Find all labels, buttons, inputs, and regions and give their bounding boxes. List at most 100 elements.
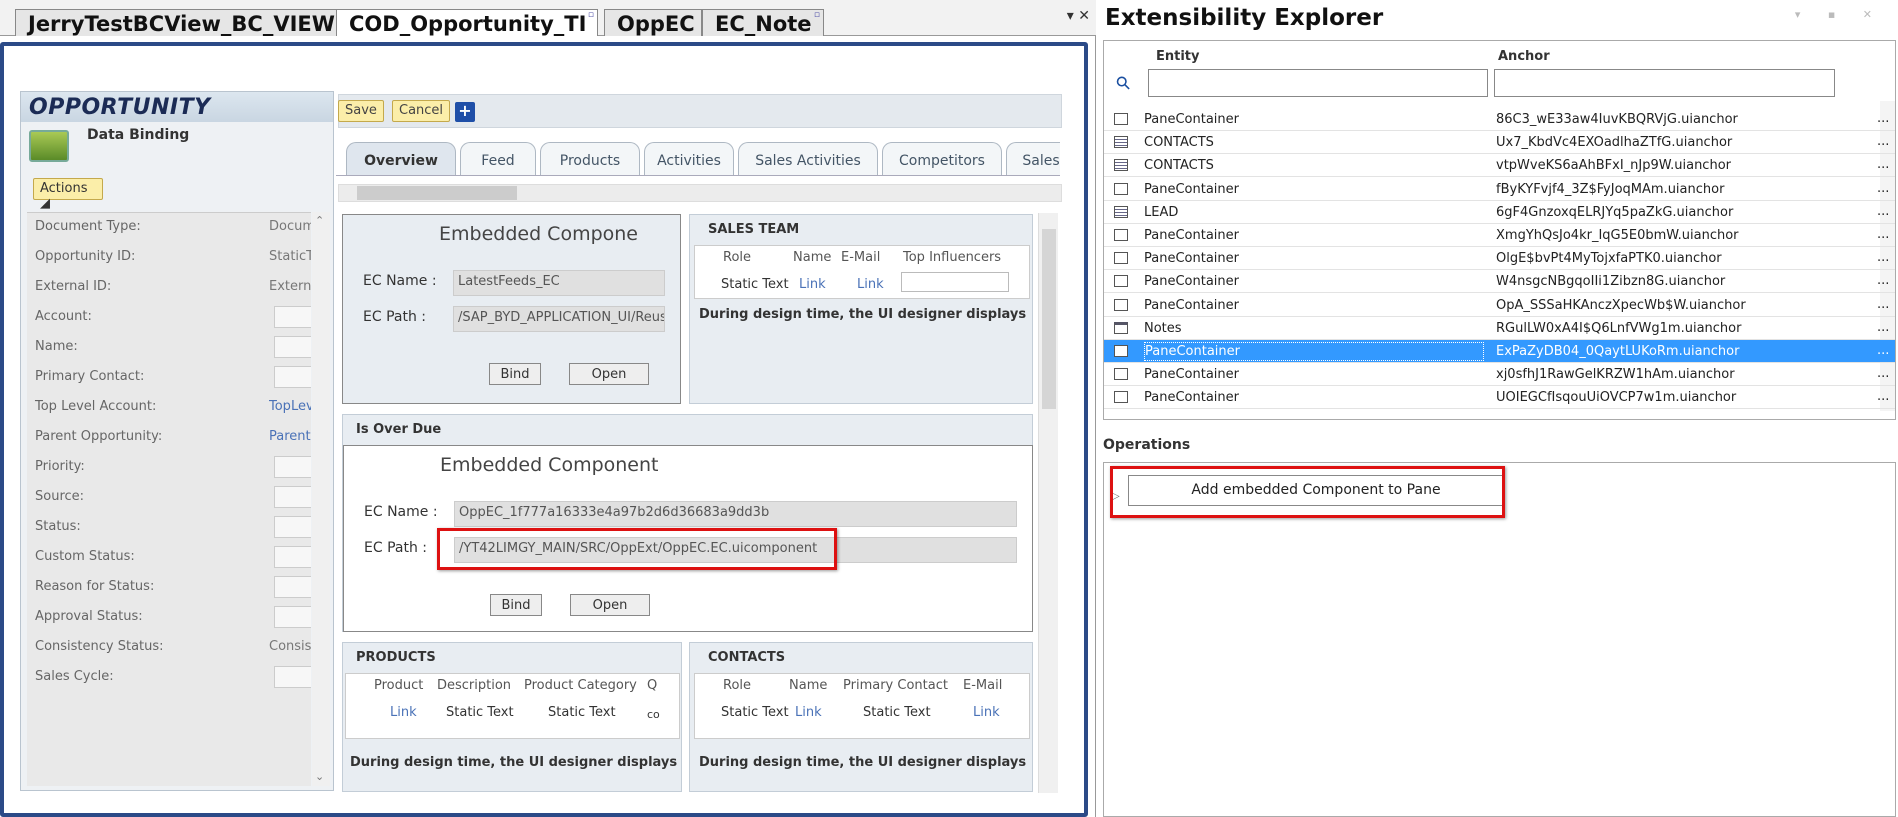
field-label: Approval Status: — [35, 609, 143, 624]
field-label: Name: — [35, 339, 78, 354]
row-menu-icon[interactable]: ... — [1877, 157, 1889, 172]
table-row[interactable]: PaneContainer fByKYFvjf4_3Z$FyJoqMAm.uian… — [1104, 178, 1895, 201]
row-menu-icon[interactable]: ... — [1877, 273, 1889, 288]
scrollbar-thumb[interactable] — [357, 186, 517, 200]
row-menu-icon[interactable]: ... — [1877, 181, 1889, 196]
field-label: Document Type: — [35, 219, 141, 234]
table-link[interactable]: Link — [795, 705, 822, 720]
pane-icon — [1114, 298, 1128, 311]
table-link[interactable]: Link — [390, 705, 417, 720]
scroll-down-icon[interactable]: ⌄ — [315, 770, 324, 783]
sales-team-panel: SALES TEAM Role Name E-Mail Top Influenc… — [689, 214, 1033, 404]
pane-icon — [1114, 229, 1128, 241]
save-button[interactable]: Save — [338, 100, 384, 122]
highlight-box — [1110, 466, 1505, 518]
ec-name-field[interactable]: OppEC_1f777a16333e4a97b2d6d36683a9dd3b — [454, 501, 1017, 527]
window-controls[interactable]: ▾ ▪ ✕ — [1795, 8, 1884, 21]
field-row: Sales Cycle: — [27, 663, 311, 693]
scrollbar-thumb[interactable] — [1042, 229, 1056, 409]
actions-button[interactable]: Actions ◢ — [33, 178, 103, 211]
anchor-cell: OpA_SSSaHKAnczXpecWb$W.uianchor — [1496, 297, 1746, 313]
row-menu-icon[interactable]: ... — [1877, 111, 1889, 126]
tab-feed[interactable]: Feed — [460, 142, 536, 175]
field-input[interactable] — [274, 666, 311, 688]
field-row: Reason for Status: — [27, 573, 311, 603]
tab-activities[interactable]: Activities — [644, 142, 734, 175]
table-row[interactable]: CONTACTS vtpWveKS6aAhBFxI_nJp9W.uianchor.… — [1104, 154, 1895, 178]
tab-overview[interactable]: Overview — [346, 142, 456, 175]
tab-sales[interactable]: Sales — [1006, 142, 1060, 175]
list-icon — [1114, 136, 1128, 149]
table-row[interactable]: LEAD 6gF4GnzoxqELRJYq5paZkG.uianchor... — [1104, 201, 1895, 224]
anchor-cell: Ux7_KbdVc4EXOadlhaZTfG.uianchor — [1496, 135, 1733, 151]
list-icon — [1114, 205, 1128, 218]
row-menu-icon[interactable]: ... — [1877, 297, 1889, 312]
field-input[interactable] — [274, 546, 311, 568]
add-icon[interactable]: + — [455, 102, 475, 122]
table-row[interactable]: PaneContainer 86C3_wE33aw4IuvKBQRVjG.uian… — [1104, 108, 1895, 131]
ec-name-field[interactable]: LatestFeeds_EC — [453, 270, 665, 296]
tab-products[interactable]: Products — [540, 142, 640, 175]
row-menu-icon[interactable]: ... — [1877, 343, 1889, 358]
content-scrollbar[interactable] — [1038, 213, 1058, 793]
field-value[interactable]: Parent — [269, 429, 311, 444]
field-input[interactable] — [274, 576, 311, 598]
table-link[interactable]: Link — [799, 277, 826, 292]
is-over-due-panel: Is Over Due Embedded Component EC Name :… — [342, 414, 1033, 632]
contacts-table: Role Name Primary Contact E-Mail Static … — [694, 673, 1030, 739]
table-row[interactable]: CONTACTS Ux7_KbdVc4EXOadlhaZTfG.uianchor.… — [1104, 131, 1895, 155]
field-row: Approval Status: — [27, 603, 311, 633]
anchor-header[interactable]: Anchor — [1498, 49, 1550, 64]
scroll-up-icon[interactable]: ⌃ — [315, 214, 324, 227]
table-row[interactable]: Notes RGulLW0xA4I$Q6LnfVWg1m.uianchor... — [1104, 317, 1895, 340]
doc-tab-oppec[interactable]: OppEC — [604, 9, 702, 36]
field-input[interactable] — [274, 606, 311, 628]
field-input[interactable] — [274, 516, 311, 538]
table-row[interactable]: PaneContainer xj0sfhJ1RawGelKRZW1hAm.uian… — [1104, 363, 1895, 387]
bind-button[interactable]: Bind — [490, 594, 542, 616]
field-input[interactable] — [274, 486, 311, 508]
row-menu-icon[interactable]: ... — [1877, 134, 1889, 149]
ec-path-field[interactable]: /SAP_BYD_APPLICATION_UI/Reuse — [453, 306, 665, 332]
cancel-button[interactable]: Cancel — [392, 100, 451, 122]
tabstrip-controls[interactable]: ▾ ✕ — [1067, 8, 1090, 24]
field-input[interactable] — [274, 366, 311, 388]
bind-button[interactable]: Bind — [489, 363, 541, 385]
doc-tab-ec-note[interactable]: EC_Note ▫ — [702, 9, 824, 36]
doc-tab-bc-view[interactable]: JerryTestBCView_BC_VIEW — [15, 9, 337, 36]
table-link[interactable]: Link — [973, 705, 1000, 720]
field-label: Account: — [35, 309, 92, 324]
table-row[interactable]: PaneContainer OpA_SSSaHKAnczXpecWb$W.uian… — [1104, 294, 1895, 317]
table-row[interactable]: PaneContainer W4nsgcNBgqoIIi1Zibzn8G.uian… — [1104, 270, 1895, 294]
anchor-filter-input[interactable] — [1494, 69, 1835, 97]
row-menu-icon[interactable]: ... — [1877, 250, 1889, 265]
tab-sales-activities[interactable]: Sales Activities — [738, 142, 878, 175]
row-menu-icon[interactable]: ... — [1877, 320, 1889, 335]
field-input[interactable] — [274, 306, 311, 328]
entity-header[interactable]: Entity — [1156, 49, 1200, 64]
table-row[interactable]: PaneContainer UOIEGCfIsqouUiOVCP7w1m.uian… — [1104, 386, 1895, 410]
entity-filter-input[interactable] — [1148, 69, 1488, 97]
field-value[interactable]: TopLevel — [269, 399, 311, 414]
entity-cell: PaneContainer — [1144, 390, 1239, 406]
doc-tab-cod-opportunity[interactable]: COD_Opportunity_TI ▫ — [336, 9, 598, 36]
open-button[interactable]: Open — [570, 594, 650, 616]
table-row[interactable]: PaneContainer ExPaZyDB04_0QaytLUKoRm.uian… — [1104, 340, 1895, 363]
doc-tab-label: COD_Opportunity_TI — [349, 12, 587, 36]
row-menu-icon[interactable]: ... — [1877, 227, 1889, 242]
field-input[interactable] — [274, 456, 311, 478]
table-link[interactable]: Link — [857, 277, 884, 292]
field-list: Document Type: Document Opportunity ID: Sta… — [27, 212, 311, 786]
row-menu-icon[interactable]: ... — [1877, 366, 1889, 381]
open-button[interactable]: Open — [569, 363, 649, 385]
top-influencers-field[interactable] — [901, 272, 1009, 292]
table-row[interactable]: PaneContainer XmgYhQsJo4kr_IqG5E0bmW.uian… — [1104, 224, 1895, 247]
table-row[interactable]: PaneContainer OlgE$bvPt4MyTojxfaPTK0.uian… — [1104, 247, 1895, 271]
row-menu-icon[interactable]: ... — [1877, 389, 1889, 404]
sidebar-scrollbar[interactable] — [312, 212, 330, 786]
field-input[interactable] — [274, 336, 311, 358]
column-header: Name — [789, 678, 828, 693]
tab-competitors[interactable]: Competitors — [882, 142, 1002, 175]
horizontal-scrollbar[interactable] — [338, 184, 1062, 202]
row-menu-icon[interactable]: ... — [1877, 204, 1889, 219]
